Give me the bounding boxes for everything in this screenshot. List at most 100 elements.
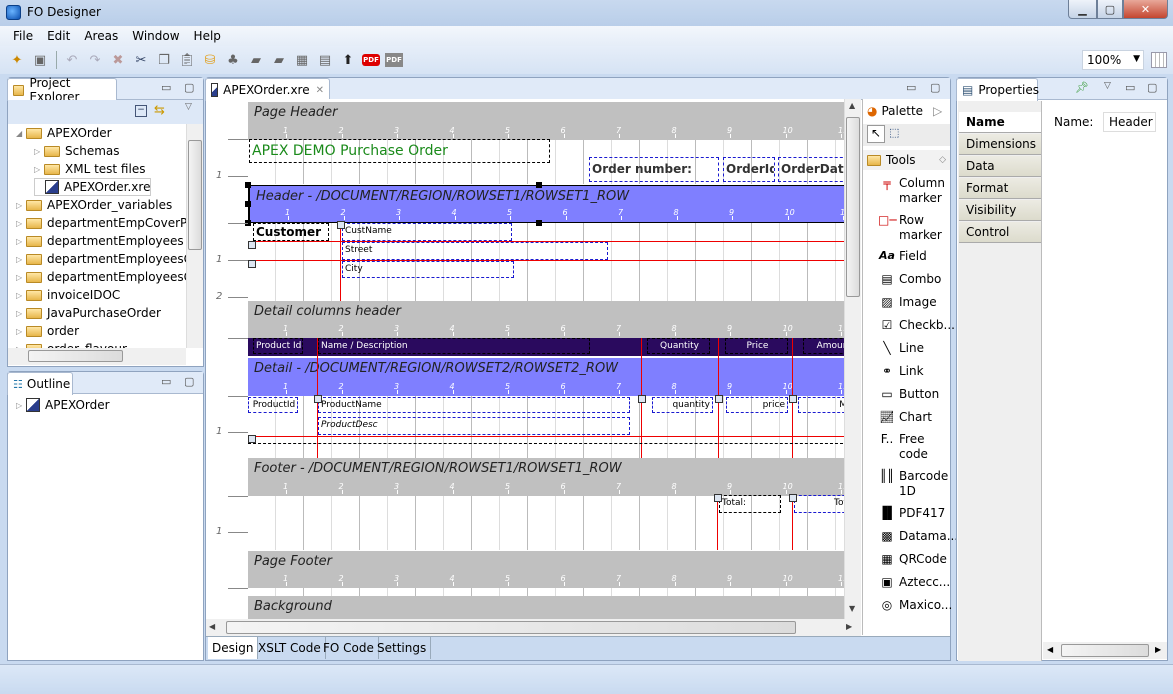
tree-item[interactable]: ▷ departmentEmpCoverPa (16, 214, 186, 232)
band-header[interactable]: Header - /DOCUMENT/REGION/ROWSET1/ROWSET… (248, 185, 844, 223)
expand-icon[interactable]: ▷ (16, 401, 26, 410)
canvas-horizontal-scrollbar[interactable]: ◀ ▶ (206, 619, 861, 636)
tab-properties[interactable]: ▤ Properties (956, 78, 1039, 101)
scroll-right-icon[interactable]: ▶ (846, 622, 852, 631)
selection-handle[interactable] (245, 201, 251, 207)
row-marker-handle[interactable] (248, 435, 256, 443)
scroll-up-icon[interactable]: ▲ (849, 101, 855, 110)
select-tool-icon[interactable]: ↖ (867, 125, 885, 143)
expand-icon[interactable]: ▷ (16, 291, 26, 300)
pin-icon[interactable]: 📌︎ (1075, 81, 1089, 94)
palette-item[interactable]: ╲ Line (878, 341, 949, 356)
scroll-right-icon[interactable]: ▶ (1155, 645, 1161, 654)
tree-item[interactable]: ▷ JavaPurchaseOrder (16, 304, 161, 322)
selection-handle[interactable] (245, 182, 251, 188)
tab-project-explorer[interactable]: Project Explorer (7, 76, 117, 104)
database-icon[interactable]: ⛁ (201, 51, 219, 69)
expand-icon[interactable]: ▷ (16, 273, 26, 282)
scroll-left-icon[interactable]: ◀ (1047, 645, 1053, 654)
street-field[interactable]: Street (342, 242, 608, 260)
palette-item[interactable]: ▣ Aztecc... (878, 575, 950, 590)
band-detail[interactable]: Detail - /DOCUMENT/REGION/ROWSET2/ROWSET… (248, 358, 844, 396)
minimize-icon[interactable]: ▭ (906, 81, 916, 94)
palette-item[interactable]: ⚭ Link (878, 364, 949, 379)
tree-item[interactable]: ▷ departmentEmployeesGr (16, 250, 186, 268)
minimize-icon[interactable]: ▭ (161, 81, 171, 94)
expand-icon[interactable]: ▷ (16, 327, 26, 336)
palette-item[interactable]: ▐▌ PDF417 (878, 506, 949, 521)
expand-icon[interactable]: ▷ (16, 219, 26, 228)
menu-window[interactable]: Window (125, 29, 186, 43)
column-marker-handle[interactable] (714, 494, 722, 502)
col-product-id[interactable]: Product Id (253, 338, 303, 354)
save-all-icon[interactable]: ▦ (293, 51, 311, 69)
tree-item[interactable]: ◢ APEXOrder (16, 124, 112, 142)
palette-item[interactable]: F.. Free code (878, 432, 949, 462)
canvas-vertical-scrollbar[interactable]: ▲ ▼ (844, 99, 861, 619)
menu-help[interactable]: Help (187, 29, 228, 43)
explorer-horizontal-scrollbar[interactable] (8, 348, 186, 365)
maximize-icon[interactable]: ▢ (1147, 81, 1157, 94)
tree-item[interactable]: ▷ APEXOrder_variables (16, 196, 172, 214)
minimize-icon[interactable]: ▭ (161, 375, 171, 388)
users-icon[interactable]: ♣ (224, 51, 242, 69)
expand-icon[interactable]: ▷ (16, 309, 26, 318)
tab-fo-code[interactable]: FO Code (319, 637, 379, 659)
close-tab-icon[interactable]: ✕ (316, 85, 324, 96)
column-marker-handle[interactable] (337, 221, 345, 229)
view-menu-icon[interactable]: ▽ (185, 102, 192, 112)
collapse-icon[interactable]: ◢ (16, 129, 26, 138)
maximize-icon[interactable]: ▢ (930, 81, 940, 94)
expand-icon[interactable]: ▷ (34, 165, 44, 174)
title-field[interactable]: APEX DEMO Purchase Order (249, 139, 550, 163)
band-page-header[interactable]: Page Header 12345678910111213141516 (248, 102, 844, 140)
expand-icon[interactable]: ▷ (16, 237, 26, 246)
zoom-select[interactable]: 100% ▼ (1082, 50, 1144, 70)
band-detail-columns-header[interactable]: Detail columns header 123456789101112131… (248, 301, 844, 338)
delete-icon[interactable]: ✖ (109, 51, 127, 69)
selection-handle[interactable] (536, 182, 542, 188)
cust-name-field[interactable]: CustName (342, 223, 512, 241)
paste-icon[interactable]: 📋︎ (178, 51, 196, 69)
marquee-tool-icon[interactable]: ⬚ (889, 126, 899, 139)
column-marker-handle[interactable] (638, 395, 646, 403)
link-with-editor-icon[interactable]: ⇆ (154, 103, 165, 118)
order-number-field[interactable]: Order number: (589, 157, 719, 182)
column-marker[interactable] (717, 496, 718, 550)
scroll-thumb[interactable] (226, 621, 796, 634)
column-marker-handle[interactable] (789, 494, 797, 502)
palette-item[interactable]: ▩ Datama... (878, 529, 958, 544)
property-tab-dimensions[interactable]: Dimensions (959, 134, 1041, 155)
expand-palette-icon[interactable]: ▷ (933, 104, 942, 118)
view-menu-icon[interactable]: ▽ (1104, 81, 1111, 91)
quantity-field[interactable]: quantity (652, 397, 713, 413)
property-tab-visibility[interactable]: Visibility (959, 200, 1041, 221)
copy-icon[interactable]: ❐ (155, 51, 173, 69)
palette-item[interactable]: ◎ Maxico... (878, 598, 953, 613)
scroll-down-icon[interactable]: ▼ (849, 604, 855, 613)
add-folder-icon[interactable]: ▰ (270, 51, 288, 69)
tab-xslt-code[interactable]: XSLT Code (254, 637, 326, 659)
scroll-thumb[interactable] (1061, 644, 1149, 657)
open-folder-icon[interactable]: ▰ (247, 51, 265, 69)
tree-item[interactable]: ▷order_flavour (16, 340, 127, 348)
grid-icon[interactable] (1151, 52, 1167, 68)
property-tab-data[interactable]: Data (959, 156, 1041, 177)
maximize-button[interactable]: ▢ (1097, 0, 1123, 19)
palette-item[interactable]: ☑ Checkb... (878, 318, 955, 333)
tab-design[interactable]: Design (208, 637, 259, 659)
palette-item[interactable]: ╤ Column marker (878, 176, 949, 206)
menu-file[interactable]: File (6, 29, 40, 43)
palette-header[interactable]: ◕ Palette ▷ (863, 101, 950, 121)
scroll-left-icon[interactable]: ◀ (209, 622, 215, 631)
palette-item[interactable]: ▭ Button (878, 387, 949, 402)
property-tab-format[interactable]: Format (959, 178, 1041, 199)
scroll-thumb[interactable] (846, 117, 860, 297)
outline-item[interactable]: ▷ APEXOrder (16, 396, 110, 414)
product-name-field[interactable]: ProductName (318, 397, 630, 413)
price-field[interactable]: price (726, 397, 788, 413)
tree-item[interactable]: ▷ departmentEmployees (16, 232, 184, 250)
row-marker[interactable] (248, 241, 844, 242)
tree-item[interactable]: ▷ order (16, 322, 79, 340)
redo-icon[interactable]: ↷ (86, 51, 104, 69)
